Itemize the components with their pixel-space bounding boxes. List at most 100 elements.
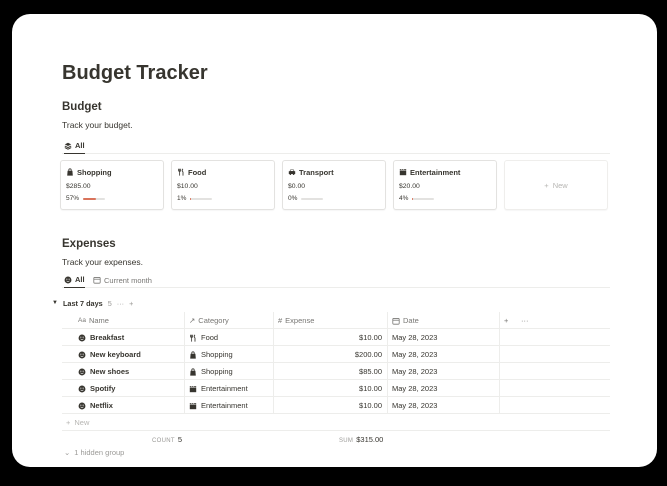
- arrow-up-right-icon: ↗: [189, 316, 196, 325]
- car-icon: [288, 168, 296, 176]
- expenses-table: Aa Name ↗ Category # Expense Date + ···: [62, 312, 610, 449]
- row-date: May 28, 2023: [392, 401, 438, 410]
- table-row[interactable]: New keyboard Shopping $200.00 May 28, 20…: [62, 346, 610, 363]
- table-row[interactable]: Netflix Entertainment $10.00 May 28, 202…: [62, 397, 610, 414]
- card-title: Transport: [299, 167, 334, 177]
- hidden-group-label: 1 hidden group: [74, 448, 125, 457]
- column-label: Name: [88, 316, 109, 325]
- column-header-name[interactable]: Aa Name: [78, 312, 109, 329]
- card-amount: $20.00: [399, 183, 420, 190]
- smiley-icon: [78, 385, 86, 393]
- card-amount: $0.00: [288, 183, 306, 190]
- plus-icon: +: [66, 417, 71, 427]
- card-amount: $285.00: [66, 183, 91, 190]
- text-type-icon: Aa: [78, 317, 86, 324]
- tab-current-month[interactable]: Current month: [93, 272, 152, 288]
- card-amount: $10.00: [177, 183, 198, 190]
- expenses-heading: Expenses: [62, 238, 116, 250]
- group-count: 5: [107, 298, 112, 308]
- card-percent: 57%: [66, 195, 80, 202]
- row-category: Entertainment: [201, 384, 248, 393]
- device-frame: Budget Tracker Budget Track your budget.…: [0, 0, 667, 486]
- hash-icon: #: [278, 316, 283, 325]
- row-date: May 28, 2023: [392, 384, 438, 393]
- row-expense: $85.00: [359, 367, 382, 376]
- budget-card-entertainment[interactable]: Entertainment $20.00 4%: [393, 160, 497, 210]
- row-date: May 28, 2023: [392, 350, 438, 359]
- progress-bar: [83, 197, 106, 200]
- row-date: May 28, 2023: [392, 367, 438, 376]
- table-row[interactable]: Spotify Entertainment $10.00 May 28, 202…: [62, 380, 610, 397]
- new-label: New: [74, 417, 90, 427]
- column-label: Category: [198, 316, 229, 325]
- hidden-group-toggle[interactable]: ⌄ 1 hidden group: [64, 448, 124, 457]
- table-row[interactable]: New shoes Shopping $85.00 May 28, 2023: [62, 363, 610, 380]
- tab-label: Current month: [104, 275, 152, 285]
- new-row-button[interactable]: + New: [62, 414, 610, 431]
- sum-summary[interactable]: SUM $315.00: [339, 435, 383, 444]
- shopping-bag-icon: [66, 168, 74, 176]
- new-label: New: [552, 180, 568, 190]
- row-name: Breakfast: [90, 333, 125, 342]
- card-title: Food: [188, 167, 207, 177]
- card-percent: 1%: [177, 195, 187, 202]
- budget-card-food[interactable]: Food $10.00 1%: [171, 160, 275, 210]
- budget-heading: Budget: [62, 101, 102, 113]
- row-category: Shopping: [201, 367, 233, 376]
- column-options-icon[interactable]: ···: [521, 312, 529, 329]
- clapperboard-icon: [189, 402, 197, 410]
- row-category: Shopping: [201, 350, 233, 359]
- column-header-expense[interactable]: # Expense: [278, 312, 314, 329]
- card-title: Entertainment: [410, 167, 461, 177]
- chevron-down-icon: ⌄: [64, 448, 71, 457]
- tab-label: All: [75, 141, 85, 150]
- sum-label: SUM: [339, 438, 354, 444]
- add-column-button[interactable]: +: [504, 312, 508, 329]
- column-label: Expense: [285, 316, 315, 325]
- column-header-category[interactable]: ↗ Category: [189, 312, 229, 329]
- budget-card-transport[interactable]: Transport $0.00 0%: [282, 160, 386, 210]
- budget-view-tabs: All: [62, 138, 610, 154]
- row-expense: $10.00: [359, 384, 382, 393]
- progress-fill: [412, 197, 414, 200]
- add-icon[interactable]: +: [129, 299, 133, 308]
- table-row[interactable]: Breakfast Food $10.00 May 28, 2023: [62, 329, 610, 346]
- table-header: Aa Name ↗ Category # Expense Date + ···: [62, 312, 610, 329]
- row-category: Food: [201, 333, 219, 342]
- table-summary: COUNT 5 SUM $315.00: [62, 431, 610, 449]
- sum-value: $315.00: [356, 435, 384, 444]
- progress-bar: [301, 197, 324, 200]
- card-percent: 0%: [288, 195, 298, 202]
- shopping-bag-icon: [189, 367, 197, 376]
- column-header-date[interactable]: Date: [392, 312, 419, 329]
- row-category: Entertainment: [201, 401, 248, 410]
- collapse-triangle-icon[interactable]: ▼: [52, 300, 58, 306]
- group-header: ▼ Last 7 days 5 ··· +: [52, 297, 610, 309]
- shopping-bag-icon: [189, 350, 197, 359]
- row-name: New shoes: [90, 367, 130, 376]
- fork-knife-icon: [189, 333, 197, 342]
- count-summary[interactable]: COUNT 5: [152, 435, 182, 444]
- tab-budget-all[interactable]: All: [64, 138, 85, 154]
- app-window: Budget Tracker Budget Track your budget.…: [12, 14, 657, 467]
- more-icon[interactable]: ···: [117, 299, 124, 308]
- tab-expenses-all[interactable]: All: [64, 272, 85, 288]
- row-name: Netflix: [90, 401, 113, 410]
- page-title: Budget Tracker: [62, 62, 208, 84]
- clapperboard-icon: [189, 385, 197, 393]
- row-expense: $10.00: [359, 401, 382, 410]
- clapperboard-icon: [399, 168, 407, 176]
- column-label: Date: [403, 316, 419, 325]
- expenses-description: Track your expenses.: [62, 257, 143, 267]
- smiley-icon: [64, 276, 72, 284]
- card-percent: 4%: [399, 195, 409, 202]
- plus-icon: +: [544, 180, 549, 190]
- row-name: Spotify: [90, 384, 116, 393]
- new-budget-card-button[interactable]: + New: [504, 160, 608, 210]
- row-expense: $10.00: [359, 333, 382, 342]
- budget-card-shopping[interactable]: Shopping $285.00 57%: [60, 160, 164, 210]
- row-expense: $200.00: [354, 350, 382, 359]
- budget-description: Track your budget.: [62, 120, 133, 130]
- group-label[interactable]: Last 7 days: [63, 299, 103, 308]
- smiley-icon: [78, 351, 86, 359]
